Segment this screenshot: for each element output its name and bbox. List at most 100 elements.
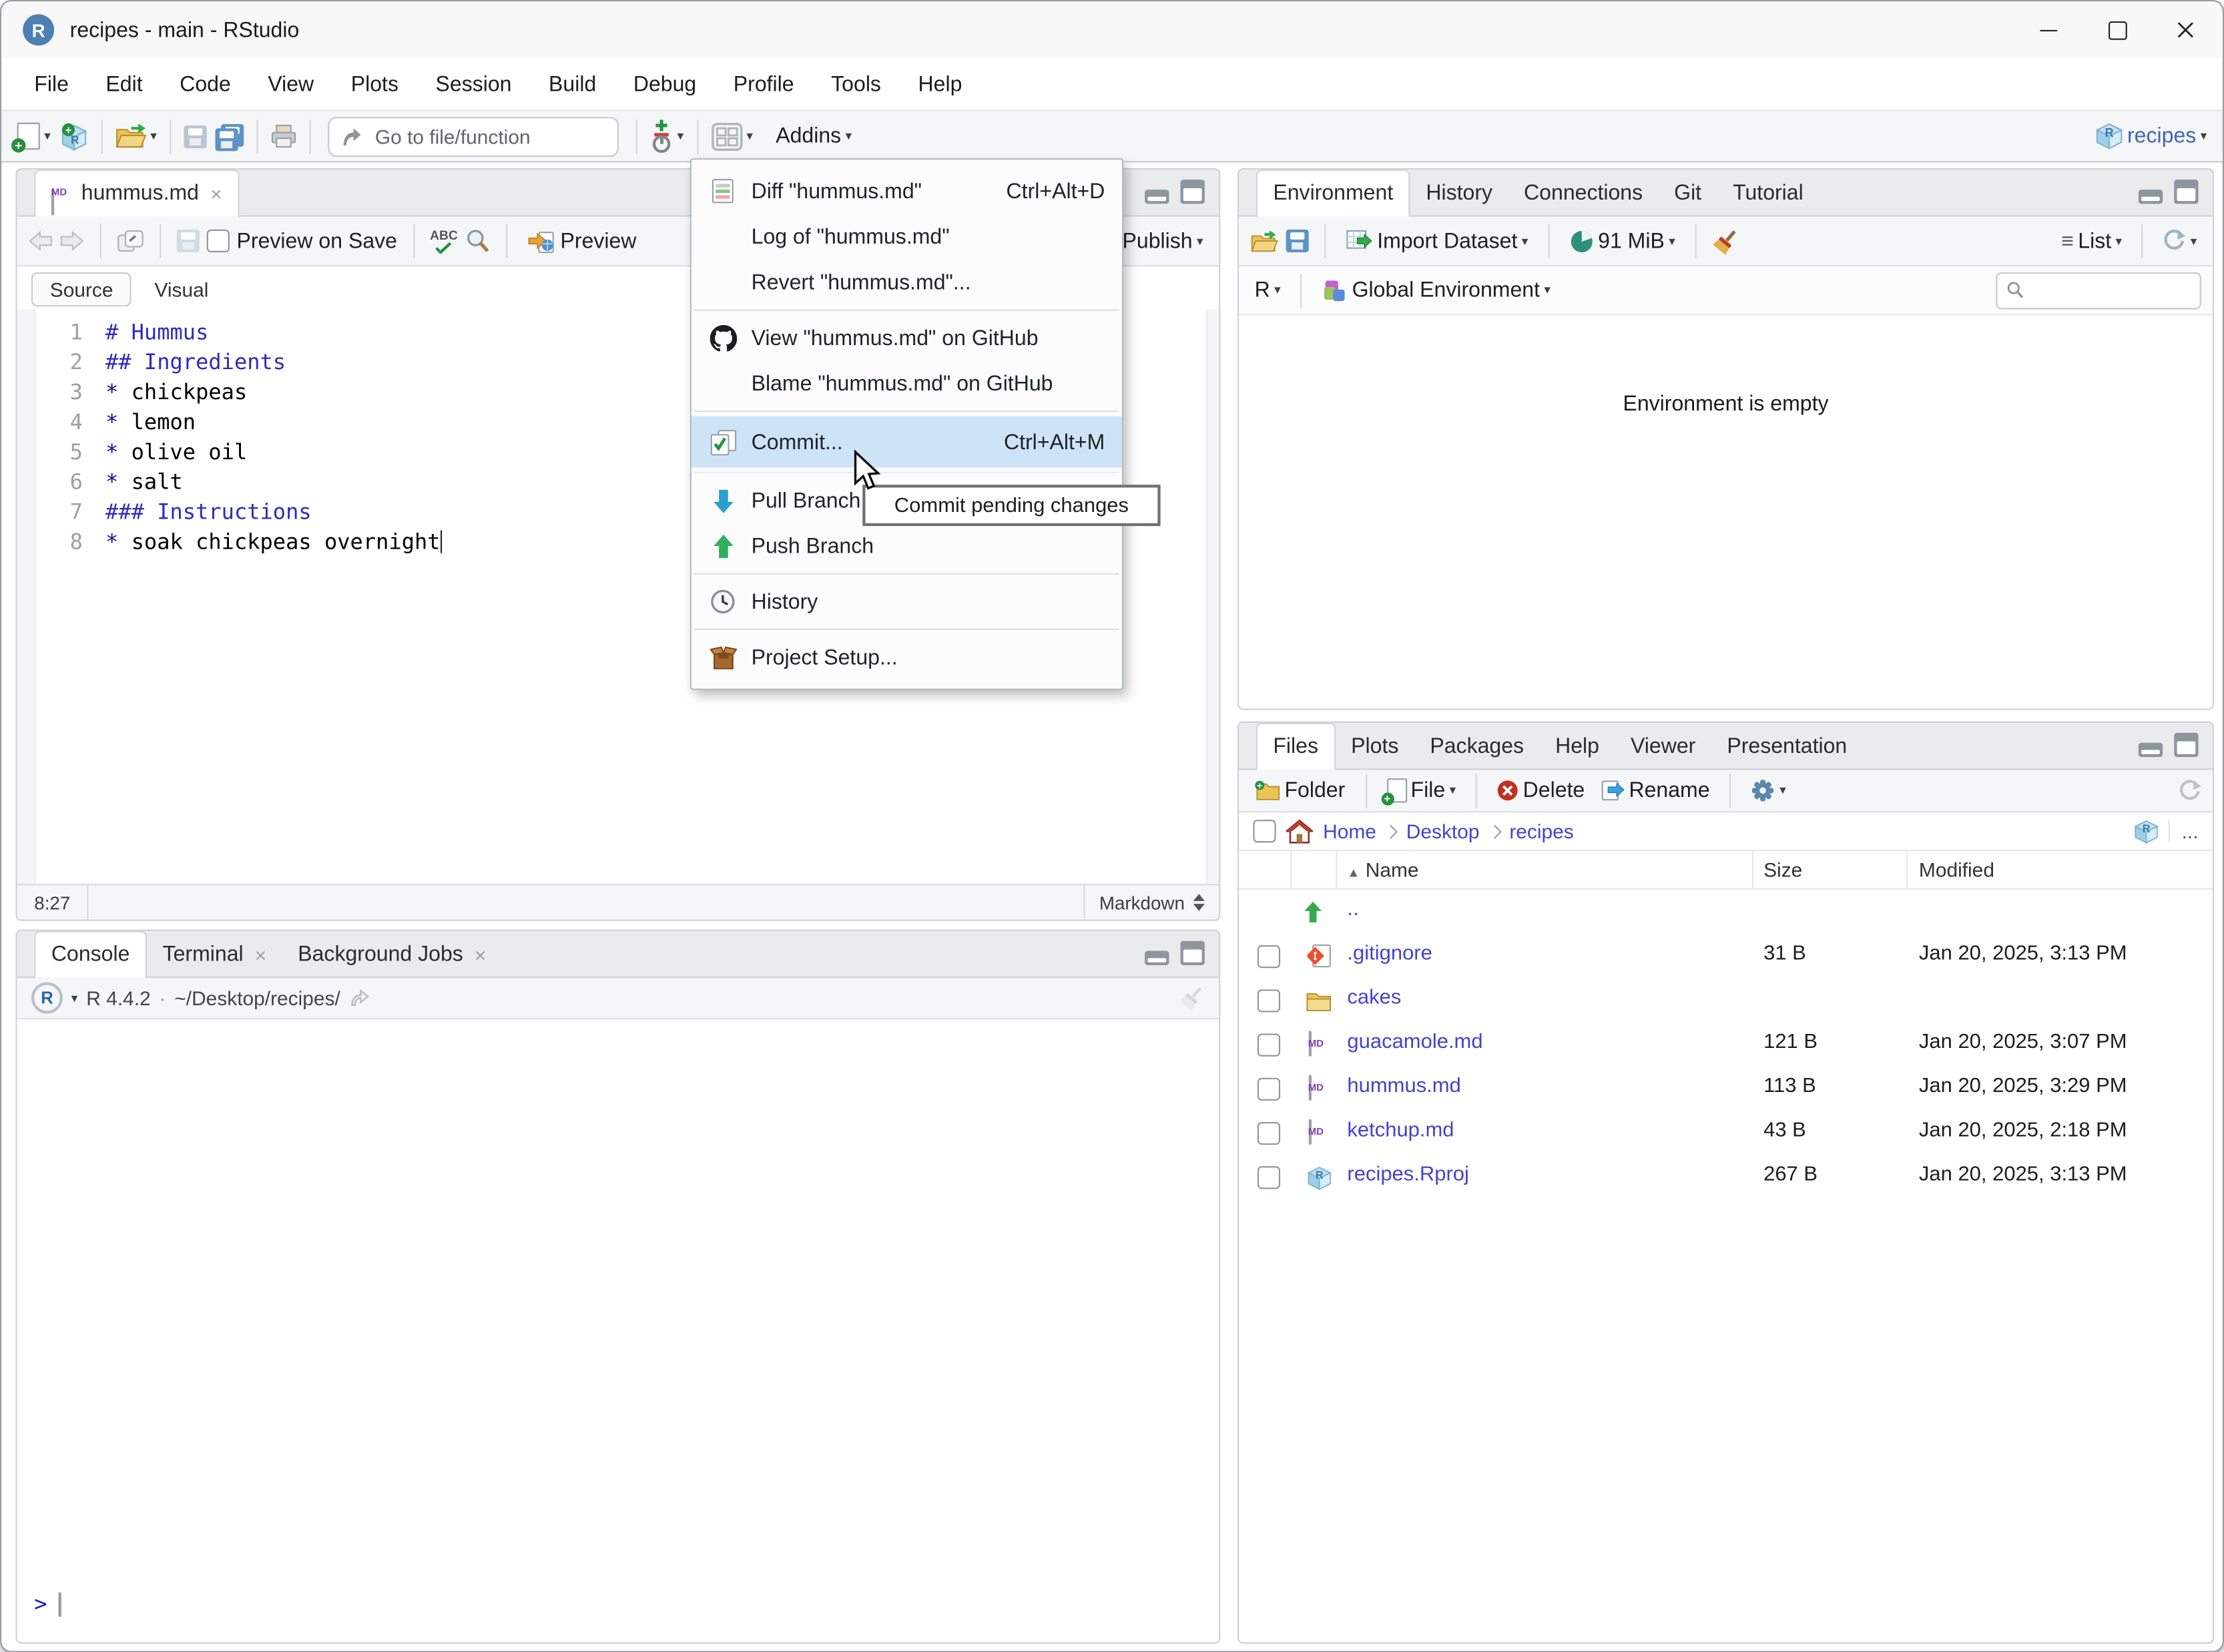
file-name[interactable]: ketchup.md [1347,1119,1454,1142]
environment-search-input[interactable] [2031,278,2173,302]
tab-packages[interactable]: Packages [1414,724,1540,768]
tab-console[interactable]: Console [34,930,148,979]
addins-button[interactable]: Addins ▾ [772,116,856,156]
menu-item-commit[interactable]: Commit... Ctrl+Alt+M [691,416,1122,468]
tab-presentation[interactable]: Presentation [1711,724,1863,768]
minimize-pane-icon[interactable] [2138,190,2163,204]
console-output[interactable]: > [17,1019,1219,1643]
tab-background-jobs[interactable]: Background Jobs × [282,932,502,977]
tab-connections[interactable]: Connections [1508,171,1659,215]
tab-terminal[interactable]: Terminal × [147,932,282,977]
file-row-gitignore[interactable]: .gitignore 31 B Jan 20, 2025, 3:13 PM [1239,934,2213,978]
file-checkbox[interactable] [1257,1166,1281,1189]
editor-scrollbar[interactable] [1205,309,1219,886]
menu-item-log[interactable]: Log of "hummus.md" [691,214,1122,259]
load-workspace-icon[interactable] [1250,230,1279,252]
close-tab-icon[interactable]: × [475,933,486,976]
tab-files[interactable]: Files [1256,722,1336,770]
save-button[interactable] [180,116,211,156]
tab-environment[interactable]: Environment [1256,170,1410,217]
minimize-pane-icon[interactable] [1145,190,1169,204]
file-row-hummus[interactable]: MD hummus.md 113 B Jan 20, 2025, 3:29 PM [1239,1067,2213,1111]
popout-icon[interactable] [117,230,144,252]
goto-file-input[interactable] [372,123,578,150]
file-checkbox[interactable] [1257,1121,1281,1145]
scope-selector[interactable]: Global Environment ▾ [1318,270,1555,310]
import-dataset-button[interactable]: Import Dataset ▾ [1342,221,1533,261]
delete-file-button[interactable]: Delete [1493,770,1589,810]
save-workspace-icon[interactable] [1286,229,1309,253]
file-name[interactable]: guacamole.md [1347,1031,1482,1053]
project-selector[interactable]: R recipes ▾ [2092,116,2211,156]
menu-code[interactable]: Code [161,72,249,96]
breadcrumb-recipes[interactable]: recipes [1509,820,1573,842]
refresh-environment-button[interactable]: ▾ [2159,221,2201,261]
files-more-button[interactable]: ▾ [1747,770,1790,810]
tab-git[interactable]: Git [1659,171,1717,215]
menu-build[interactable]: Build [530,72,615,96]
version-control-button[interactable]: ▾ [646,116,688,156]
file-name[interactable]: .gitignore [1347,942,1432,965]
menu-edit[interactable]: Edit [87,72,162,96]
maximize-pane-icon[interactable] [2174,180,2199,204]
menu-debug[interactable]: Debug [615,72,715,96]
menu-view[interactable]: View [250,72,332,96]
tab-history[interactable]: History [1410,171,1508,215]
memory-usage-button[interactable]: 91 MiB ▾ [1565,221,1679,261]
menu-tools[interactable]: Tools [812,72,899,96]
environment-search[interactable] [1996,271,2201,309]
open-file-button[interactable]: ▾ [111,116,162,156]
file-name[interactable]: recipes.Rproj [1347,1163,1468,1186]
menu-plots[interactable]: Plots [332,72,417,96]
mode-visual-button[interactable]: Visual [137,274,226,305]
menu-item-blame-on-github[interactable]: Blame "hummus.md" on GitHub [691,360,1122,406]
spellcheck-icon[interactable]: ABC [430,228,458,254]
file-row-rproj[interactable]: R recipes.Rproj 267 B Jan 20, 2025, 3:13… [1239,1155,2213,1199]
menu-item-push-branch[interactable]: Push Branch [691,523,1122,569]
workspace-panes-button[interactable]: ▾ [707,116,758,156]
goto-file-search[interactable] [328,116,619,156]
forward-icon[interactable] [60,231,84,251]
close-button[interactable] [2151,1,2220,58]
menu-item-project-setup[interactable]: Project Setup... [691,634,1122,679]
file-name[interactable]: .. [1347,898,1358,921]
menu-item-view-on-github[interactable]: View "hummus.md" on GitHub [691,315,1122,360]
close-tab-icon[interactable]: × [210,172,222,215]
minimize-button[interactable] [2014,1,2083,58]
column-modified[interactable]: Modified [1919,858,1994,881]
rename-file-button[interactable]: Rename [1596,770,1714,810]
tab-viewer[interactable]: Viewer [1615,724,1711,768]
file-row-guacamole[interactable]: MD guacamole.md 121 B Jan 20, 2025, 3:07… [1239,1022,2213,1066]
menu-session[interactable]: Session [417,72,531,96]
menu-item-revert[interactable]: Revert "hummus.md"... [691,260,1122,305]
maximize-pane-icon[interactable] [1180,940,1205,966]
list-view-button[interactable]: ≡ List ▾ [2057,221,2127,261]
more-columns-button[interactable]: ... [2169,820,2199,843]
preview-button[interactable]: Preview [523,221,641,261]
cursor-position[interactable]: 8:27 [17,885,89,920]
file-checkbox[interactable] [1257,989,1281,1013]
menu-file[interactable]: File [15,72,87,96]
preview-on-save-checkbox[interactable] [206,229,230,253]
r-logo-icon[interactable]: R [31,982,63,1014]
menu-item-diff[interactable]: Diff "hummus.md" Ctrl+Alt+D [691,168,1122,214]
save-file-icon[interactable] [176,229,200,253]
chevron-down-icon[interactable]: ▾ [71,991,78,1005]
new-file-button[interactable]: + ▾ [11,116,55,156]
file-name[interactable]: hummus.md [1347,1075,1460,1097]
file-checkbox[interactable] [1257,1033,1281,1057]
print-button[interactable] [267,116,301,156]
menu-profile[interactable]: Profile [715,72,812,96]
tab-plots[interactable]: Plots [1336,724,1414,768]
column-name[interactable]: ▲ Name [1347,858,1418,881]
close-tab-icon[interactable]: × [255,933,266,976]
menu-help[interactable]: Help [900,72,981,96]
language-selector[interactable]: R ▾ [1250,270,1285,310]
new-project-button[interactable]: + R [55,116,92,156]
select-all-checkbox[interactable] [1253,820,1276,843]
clear-objects-broom-icon[interactable] [1712,228,1739,255]
share-arrow-icon[interactable] [349,989,370,1007]
maximize-pane-icon[interactable] [2174,732,2199,758]
file-row-ketchup[interactable]: MD ketchup.md 43 B Jan 20, 2025, 2:18 PM [1239,1111,2213,1155]
find-replace-icon[interactable] [465,228,490,254]
